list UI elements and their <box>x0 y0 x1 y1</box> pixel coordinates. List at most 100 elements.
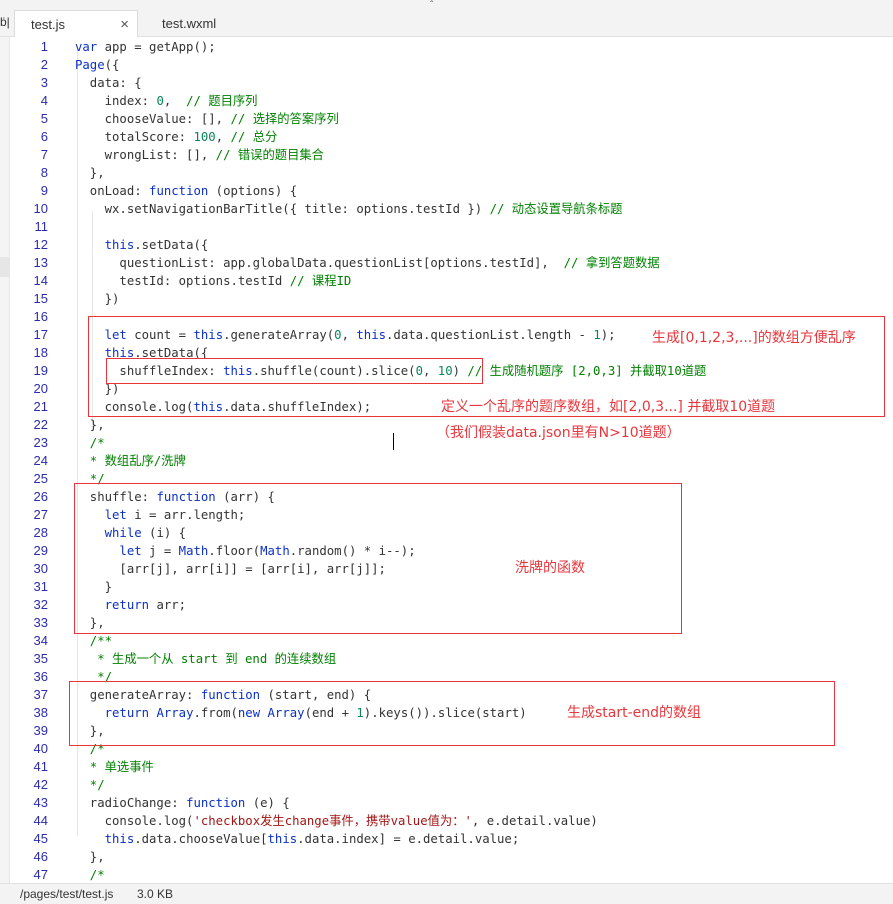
tab-test-js[interactable]: test.js × <box>14 10 138 37</box>
line-number: 31 <box>33 579 48 594</box>
code-line[interactable]: 44 console.log('checkbox发生change事件，携带val… <box>10 812 893 830</box>
line-number: 18 <box>33 345 48 360</box>
code-text: }, <box>75 850 105 864</box>
gutter-highlight <box>0 257 10 277</box>
code-line[interactable]: 15 }) <box>10 290 893 308</box>
code-text: radioChange: function (e) { <box>75 796 290 810</box>
line-number: 17 <box>33 327 48 342</box>
code-text: * 生成一个从 start 到 end 的连续数组 <box>75 652 337 666</box>
code-text: questionList: app.globalData.questionLis… <box>75 256 660 270</box>
code-text: console.log('checkbox发生change事件，携带value值… <box>75 814 598 828</box>
status-bar: /pages/test/test.js 3.0 KB <box>0 883 893 904</box>
code-line[interactable]: 1 var app = getApp(); <box>10 38 893 56</box>
code-line[interactable]: 35 * 生成一个从 start 到 end 的连续数组 <box>10 650 893 668</box>
code-text: * 单选事件 <box>75 760 154 774</box>
code-line[interactable]: 46 }, <box>10 848 893 866</box>
line-number: 35 <box>33 651 48 666</box>
line-number: 22 <box>33 417 48 432</box>
code-text: chooseValue: [], // 选择的答案序列 <box>75 112 339 126</box>
left-panel-stub: ḃ| <box>0 15 10 29</box>
code-line[interactable]: 14 testId: options.testId // 课程ID <box>10 272 893 290</box>
top-mark: ˆ <box>430 0 434 11</box>
code-line[interactable]: 8 }, <box>10 164 893 182</box>
line-number: 11 <box>34 219 49 234</box>
annotation-box-shuffle-fn <box>74 483 682 634</box>
line-number: 27 <box>33 507 48 522</box>
annotation-generate-fn-note: 生成start-end的数组 <box>567 705 702 721</box>
code-line[interactable]: 47 /* <box>10 866 893 883</box>
code-text: index: 0, // 题目序列 <box>75 94 258 108</box>
line-number: 25 <box>33 471 48 486</box>
code-text: /* <box>75 868 105 882</box>
editor-tab-bar: ḃ| ˆ test.js × test.wxml <box>0 0 893 37</box>
code-text: totalScore: 100, // 总分 <box>75 130 278 144</box>
file-size: 3.0 KB <box>137 887 174 901</box>
code-text: wrongList: [], // 错误的题目集合 <box>75 148 324 162</box>
line-number: 15 <box>33 291 48 306</box>
line-number: 44 <box>33 813 48 828</box>
line-number: 8 <box>40 165 48 180</box>
line-number: 36 <box>33 669 48 684</box>
line-number: 40 <box>33 741 48 756</box>
file-path: /pages/test/test.js <box>20 887 114 901</box>
code-line[interactable]: 41 * 单选事件 <box>10 758 893 776</box>
code-text: Page({ <box>75 58 120 72</box>
annotation-array-note: 生成[0,1,2,3,...]的数组方便乱序 <box>652 330 856 346</box>
code-text: }) <box>75 292 120 306</box>
line-number: 38 <box>33 705 48 720</box>
code-text: onLoad: function (options) { <box>75 184 298 198</box>
code-line[interactable]: 4 index: 0, // 题目序列 <box>10 92 893 110</box>
code-text: /** <box>75 634 113 648</box>
code-text: wx.setNavigationBarTitle({ title: option… <box>75 202 623 216</box>
code-line[interactable]: 34 /** <box>10 632 893 650</box>
code-line[interactable]: 42 */ <box>10 776 893 794</box>
line-number: 3 <box>40 75 48 90</box>
line-number: 45 <box>33 831 48 846</box>
code-line[interactable]: 5 chooseValue: [], // 选择的答案序列 <box>10 110 893 128</box>
code-line[interactable]: 3 data: { <box>10 74 893 92</box>
left-gutter-strip <box>0 37 10 883</box>
code-line[interactable]: 24 * 数组乱序/洗牌 <box>10 452 893 470</box>
close-icon[interactable]: × <box>120 11 129 38</box>
code-text: }, <box>75 418 105 432</box>
line-number: 37 <box>33 687 48 702</box>
line-number: 5 <box>40 111 48 126</box>
code-line[interactable]: 10 wx.setNavigationBarTitle({ title: opt… <box>10 200 893 218</box>
line-number: 33 <box>33 615 48 630</box>
line-number: 9 <box>40 183 48 198</box>
line-number: 6 <box>40 129 48 144</box>
line-number: 4 <box>40 93 48 108</box>
code-editor[interactable]: 1 var app = getApp(); 2 Page({3 data: {4 in… <box>10 37 893 883</box>
line-number: 1 <box>40 39 48 54</box>
code-line[interactable]: 43 radioChange: function (e) { <box>10 794 893 812</box>
tab-label: test.wxml <box>162 16 217 31</box>
line-number: 13 <box>33 255 48 270</box>
code-text: */ <box>75 778 105 792</box>
code-line[interactable]: 7 wrongList: [], // 错误的题目集合 <box>10 146 893 164</box>
line-number: 42 <box>33 777 48 792</box>
line-number: 30 <box>33 561 48 576</box>
code-line[interactable]: 13 questionList: app.globalData.question… <box>10 254 893 272</box>
annotation-shuffle-fn-note: 洗牌的函数 <box>515 560 585 576</box>
code-line[interactable]: 6 totalScore: 100, // 总分 <box>10 128 893 146</box>
code-text: * 数组乱序/洗牌 <box>75 454 186 468</box>
code-line[interactable]: 12 this.setData({ <box>10 236 893 254</box>
code-text: testId: options.testId // 课程ID <box>75 274 352 288</box>
tab-test-wxml[interactable]: test.wxml <box>142 10 262 37</box>
line-number: 20 <box>33 381 48 396</box>
code-line[interactable]: 9 onLoad: function (options) { <box>10 182 893 200</box>
line-number: 14 <box>33 273 48 288</box>
line-number: 24 <box>33 453 48 468</box>
line-number: 43 <box>33 795 48 810</box>
annotation-data-note: （我们假装data.json里有N>10道题） <box>436 425 681 441</box>
annotation-shuffle-note: 定义一个乱序的题序数组，如[2,0,3...] 并截取10道题 <box>441 399 776 415</box>
code-text: this.setData({ <box>104 238 209 252</box>
line-number: 29 <box>33 543 48 558</box>
code-line[interactable]: 11 <box>10 218 893 236</box>
code-line[interactable]: 45 this.data.chooseValue[this.data.index… <box>10 830 893 848</box>
code-text: this.data.chooseValue[this.data.index] =… <box>104 832 520 846</box>
line-number: 7 <box>40 147 48 162</box>
line-number: 26 <box>33 489 48 504</box>
line-number: 32 <box>33 597 48 612</box>
code-line[interactable]: 2 Page({ <box>10 56 893 74</box>
